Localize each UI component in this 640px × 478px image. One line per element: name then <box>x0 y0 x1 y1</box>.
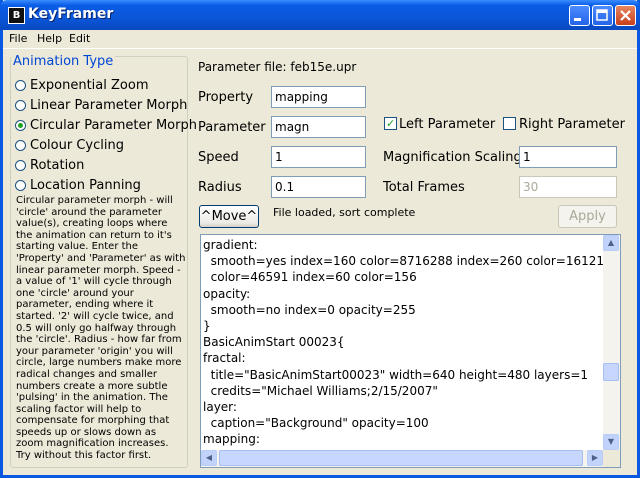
menu-bar: File Help Edit <box>3 30 637 49</box>
radio-indicator <box>15 79 26 91</box>
parameter-file-label: Parameter file: feb15e.upr <box>198 60 356 74</box>
parameter-file-name: feb15e.upr <box>290 60 357 74</box>
radio-circular-parameter-morph[interactable]: Circular Parameter Morph <box>15 116 197 134</box>
radio-colour-cycling[interactable]: Colour Cycling <box>15 136 124 154</box>
window-title: KeyFramer <box>28 6 114 22</box>
speed-label: Speed <box>198 150 239 165</box>
title-bar[interactable]: B KeyFramer <box>0 0 640 30</box>
right-parameter-checkbox[interactable] <box>503 117 516 130</box>
total-frames-input[interactable]: 30 <box>519 176 617 198</box>
property-input[interactable]: mapping <box>271 86 366 108</box>
horizontal-scroll-thumb[interactable] <box>219 450 583 466</box>
radio-label: Linear Parameter Morph <box>30 97 188 113</box>
radio-linear-parameter-morph[interactable]: Linear Parameter Morph <box>15 96 187 114</box>
radio-indicator-selected <box>15 119 26 131</box>
parameter-label: Parameter <box>198 120 266 135</box>
apply-button[interactable]: Apply <box>558 205 617 228</box>
total-frames-label: Total Frames <box>383 180 465 195</box>
maximize-icon <box>596 9 608 21</box>
horizontal-scrollbar[interactable]: ◀ ▶ <box>201 450 603 467</box>
radio-location-panning[interactable]: Location Panning <box>15 176 141 194</box>
radio-label: Rotation <box>30 157 85 173</box>
scrollbar-corner <box>603 450 620 467</box>
close-button[interactable] <box>615 5 636 26</box>
magnification-scaling-label: Magnification Scaling <box>383 150 522 165</box>
radio-label: Colour Cycling <box>30 137 124 153</box>
move-button[interactable]: ^Move^ <box>199 205 259 228</box>
radio-indicator <box>15 159 26 171</box>
scroll-up-arrow-icon[interactable]: ▲ <box>603 235 619 251</box>
minimize-icon <box>574 18 581 21</box>
menu-file[interactable]: File <box>9 32 27 45</box>
radio-label: Exponential Zoom <box>30 77 149 93</box>
radius-label: Radius <box>198 180 242 195</box>
magnification-scaling-input[interactable]: 1 <box>519 146 617 168</box>
parameter-editor[interactable]: gradient: smooth=yes index=160 color=871… <box>200 234 621 468</box>
left-parameter-checkbox[interactable]: ✓ <box>384 117 397 130</box>
radio-label: Location Panning <box>30 177 141 193</box>
radio-exponential-zoom[interactable]: Exponential Zoom <box>15 76 149 94</box>
parameter-file-caption: Parameter file: <box>198 60 287 74</box>
close-icon <box>620 10 631 21</box>
status-text: File loaded, sort complete <box>273 206 416 219</box>
vertical-scrollbar[interactable]: ▲ ▼ <box>603 235 620 450</box>
radio-indicator <box>15 139 26 151</box>
radio-indicator <box>15 179 26 191</box>
speed-input[interactable]: 1 <box>271 146 366 168</box>
animation-description: Circular parameter morph - will 'circle'… <box>16 195 186 462</box>
vertical-scroll-thumb[interactable] <box>603 363 619 381</box>
radius-input[interactable]: 0.1 <box>271 176 366 198</box>
property-label: Property <box>198 90 254 105</box>
menu-edit[interactable]: Edit <box>69 32 90 45</box>
animation-type-title: Animation Type <box>11 54 116 69</box>
scroll-down-arrow-icon[interactable]: ▼ <box>603 434 619 450</box>
menu-help[interactable]: Help <box>37 32 62 45</box>
app-icon: B <box>8 7 25 24</box>
scroll-left-arrow-icon[interactable]: ◀ <box>201 450 217 466</box>
maximize-button[interactable] <box>592 5 613 26</box>
radio-rotation[interactable]: Rotation <box>15 156 84 174</box>
checkmark-icon: ✓ <box>386 117 396 130</box>
radio-indicator <box>15 99 26 111</box>
radio-label: Circular Parameter Morph <box>30 117 197 133</box>
editor-text[interactable]: gradient: smooth=yes index=160 color=871… <box>203 237 603 451</box>
minimize-button[interactable] <box>569 5 590 26</box>
scroll-right-arrow-icon[interactable]: ▶ <box>587 450 603 466</box>
app-window: B KeyFramer File Help Edit Animation Typ… <box>0 0 640 478</box>
right-parameter-label: Right Parameter <box>519 117 625 132</box>
left-parameter-label: Left Parameter <box>399 117 496 132</box>
parameter-input[interactable]: magn <box>271 116 366 138</box>
